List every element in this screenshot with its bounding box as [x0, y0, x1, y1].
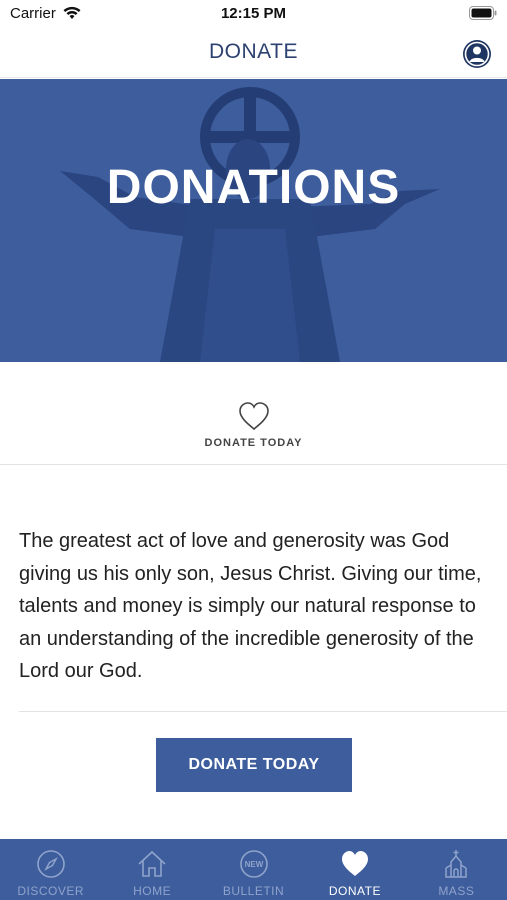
heart-outline-icon [239, 402, 269, 431]
status-time: 12:15 PM [220, 5, 287, 22]
new-badge-icon: NEW [239, 850, 268, 878]
tab-label: HOME [133, 884, 172, 898]
tab-mass[interactable]: MASS [406, 839, 507, 900]
hero-banner: DONATIONS [0, 79, 507, 362]
battery-icon [469, 6, 497, 20]
status-bar: Carrier 12:15 PM [0, 0, 507, 28]
tab-label: DONATE [328, 884, 381, 898]
church-icon [445, 850, 468, 878]
tab-home[interactable]: HOME [101, 839, 202, 900]
donate-today-button[interactable]: DONATE TODAY [156, 738, 352, 792]
tab-label: MASS [438, 884, 475, 898]
tab-donate[interactable]: DONATE [304, 839, 405, 900]
home-icon [138, 850, 166, 877]
tab-label: DISCOVER [17, 884, 85, 898]
donation-intro-text: The greatest act of love and generosity … [19, 530, 482, 682]
tab-label: BULLETIN [222, 884, 285, 898]
donate-today-section[interactable]: DONATE TODAY [0, 362, 507, 465]
tab-discover[interactable]: DISCOVER [0, 839, 101, 900]
christ-statue-image [60, 87, 440, 362]
heart-icon [341, 851, 368, 876]
page-title: DONATE [209, 40, 298, 63]
new-badge-text: NEW [244, 860, 263, 869]
nav-bar: DONATE [0, 28, 507, 78]
divider [19, 711, 507, 712]
hero-title: DONATIONS [106, 161, 401, 214]
tab-bulletin[interactable]: NEW BULLETIN [203, 839, 304, 900]
profile-icon[interactable] [462, 39, 492, 69]
tab-bar: DISCOVER HOME NEW BULLETIN DONATE MASS [0, 839, 507, 900]
compass-icon [36, 850, 65, 878]
donate-today-label: DONATE TODAY [204, 437, 303, 449]
